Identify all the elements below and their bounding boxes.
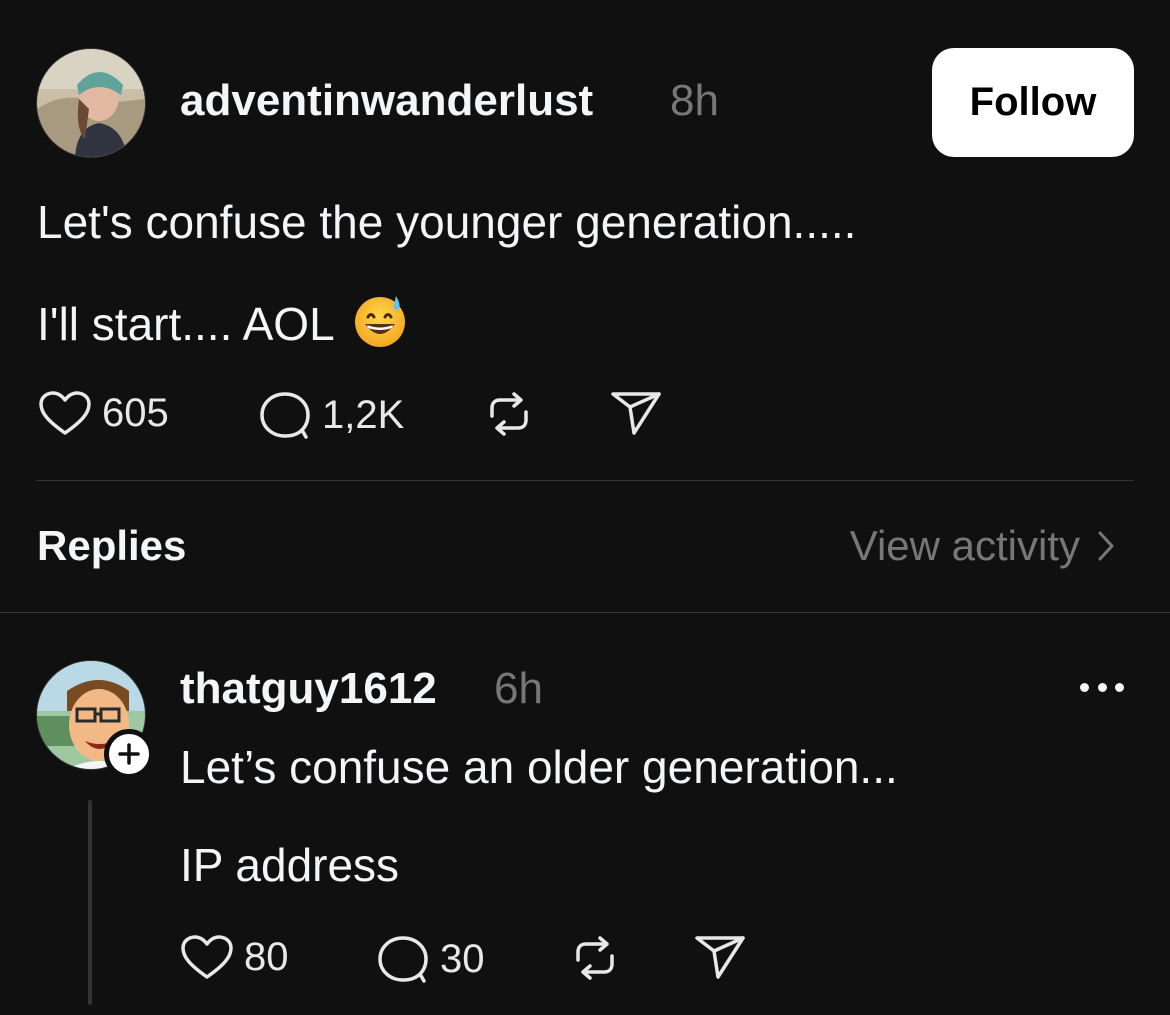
follow-button[interactable]: Follow xyxy=(932,48,1134,157)
repost-icon xyxy=(490,392,528,436)
send-icon xyxy=(611,392,661,435)
reply-text-line-2: IP address xyxy=(180,839,400,891)
reply-comment-button[interactable]: 30 xyxy=(376,934,485,984)
heart-icon xyxy=(181,935,233,979)
post-repost-button[interactable] xyxy=(484,392,534,436)
post-author-avatar[interactable] xyxy=(36,48,146,158)
heart-icon xyxy=(39,391,91,435)
replies-heading: Replies xyxy=(37,522,187,569)
view-activity-label: View activity xyxy=(849,522,1080,569)
comment-bubble-icon xyxy=(260,392,310,439)
repost-icon xyxy=(576,936,614,980)
reply-comment-count: 30 xyxy=(440,936,485,981)
post-text-line-1: Let's confuse the younger generation....… xyxy=(37,196,857,248)
post-comment-count: 1,2K xyxy=(322,392,405,437)
more-options-icon[interactable] xyxy=(1080,672,1124,702)
reply-share-button[interactable] xyxy=(694,934,746,980)
plus-icon xyxy=(118,743,140,765)
reply-like-count: 80 xyxy=(244,934,289,979)
view-activity-link[interactable]: View activity xyxy=(850,522,1114,570)
post-like-button[interactable]: 605 xyxy=(38,390,169,436)
reply-timestamp: 6h xyxy=(494,664,543,713)
post-comment-button[interactable]: 1,2K xyxy=(258,390,404,440)
send-icon xyxy=(695,936,745,979)
post-share-button[interactable] xyxy=(610,390,662,436)
reply-author-username[interactable]: thatguy1612 xyxy=(180,664,437,714)
post-like-count: 605 xyxy=(102,390,169,435)
grinning-face-with-sweat-emoji xyxy=(352,292,408,348)
reply-text-line-1: Let’s confuse an older generation... xyxy=(180,741,898,793)
thread-line xyxy=(88,800,92,1005)
post-author-username[interactable]: adventinwanderlust xyxy=(180,76,593,126)
post-divider xyxy=(36,480,1134,481)
post-text-line-2: I'll start.... AOL xyxy=(37,292,408,351)
chevron-right-icon xyxy=(1098,531,1114,561)
post-timestamp: 8h xyxy=(670,76,719,125)
section-divider xyxy=(0,612,1170,613)
post-text-line-2-content: I'll start.... AOL xyxy=(37,298,333,350)
comment-bubble-icon xyxy=(378,936,428,983)
reply-repost-button[interactable] xyxy=(570,936,620,980)
follow-plus-badge[interactable] xyxy=(104,729,154,779)
reply-like-button[interactable]: 80 xyxy=(180,934,289,980)
